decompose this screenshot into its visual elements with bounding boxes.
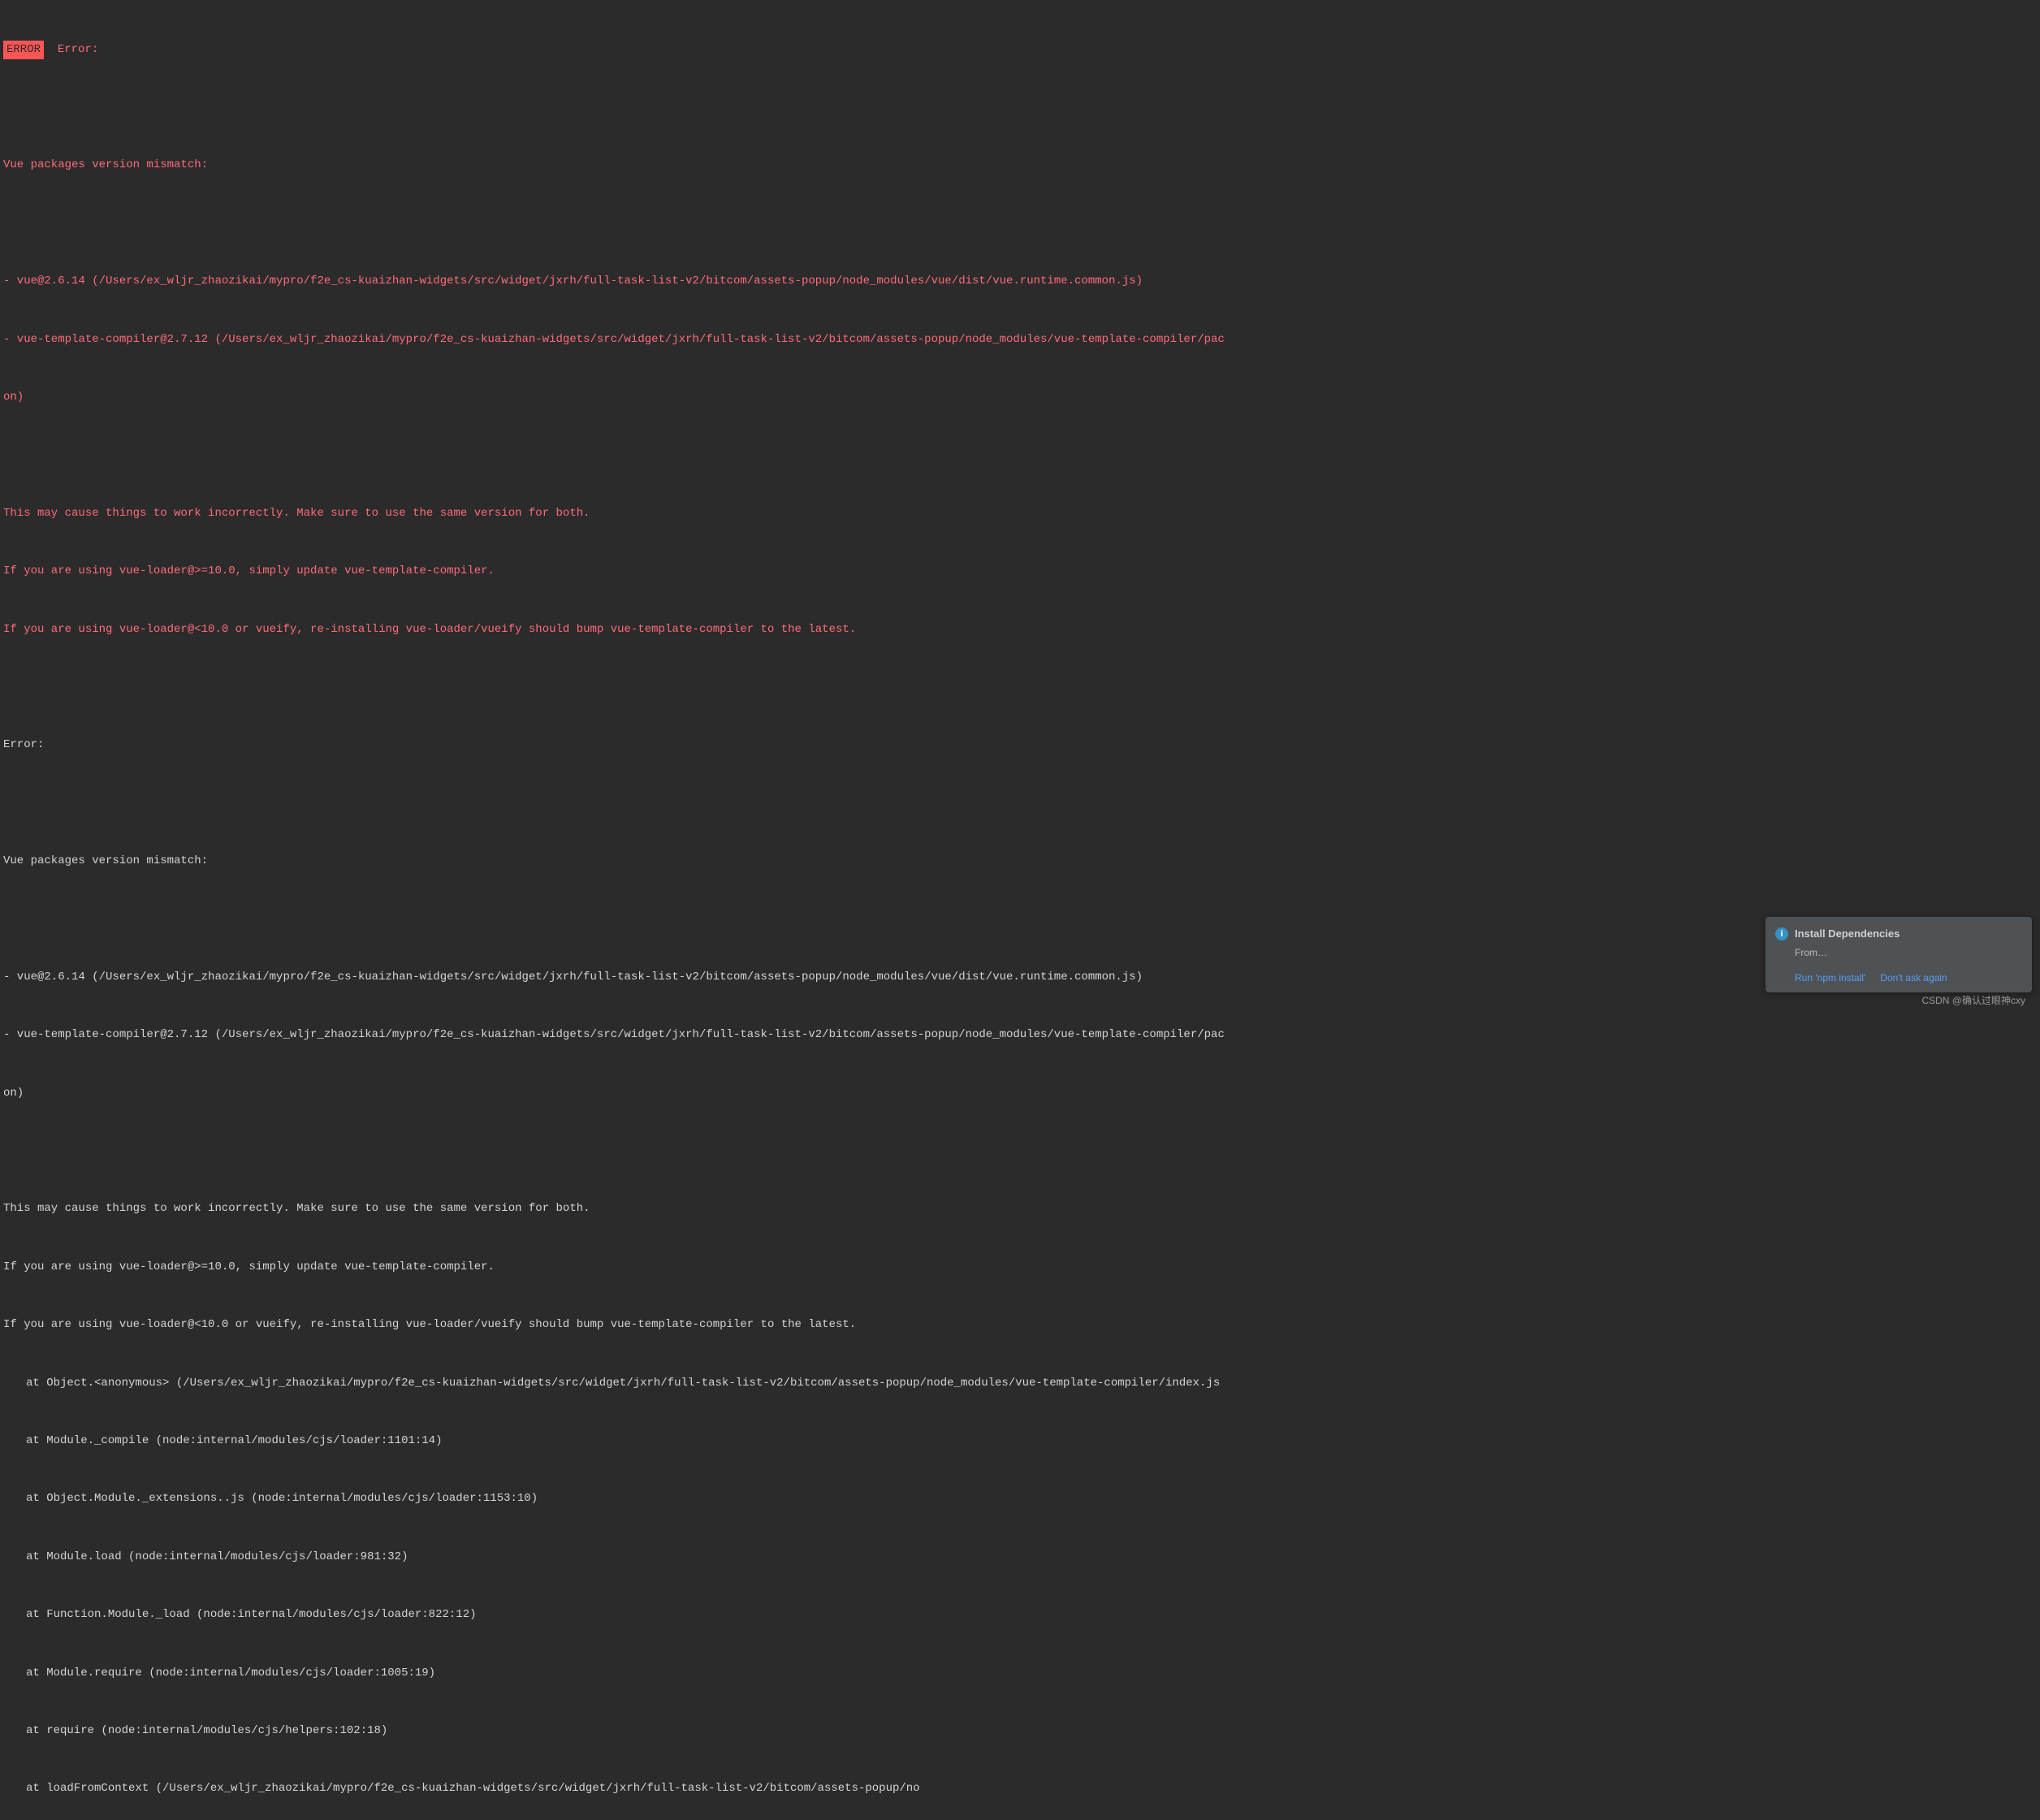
stack-line: at Object.<anonymous> (/Users/ex_wljr_zh… [3,1374,2040,1394]
hint-line-1a: This may cause things to work incorrectl… [3,504,2040,524]
stack-line: at Function.Module._load (node:internal/… [3,1606,2040,1625]
terminal-output: ERROR Error: Vue packages version mismat… [0,0,2040,1820]
error2-label: Error: [3,736,2040,755]
hint-line-1c: If you are using vue-loader@<10.0 or vue… [3,620,2040,640]
hint-line-1b: If you are using vue-loader@>=10.0, simp… [3,562,2040,581]
csdn-watermark: CSDN @确认过眼神cxy [1921,992,2025,1009]
info-icon: i [1775,927,1788,940]
hint-line-2a: This may cause things to work incorrectl… [3,1200,2040,1219]
compiler-version-line-2: - vue-template-compiler@2.7.12 (/Users/e… [3,1026,2040,1045]
dont-ask-again-link[interactable]: Don't ask again [1880,970,1947,986]
hint-line-2c: If you are using vue-loader@<10.0 or vue… [3,1316,2040,1335]
wrap-continuation-2: on) [3,1084,2040,1104]
stack-line: at require (node:internal/modules/cjs/he… [3,1722,2040,1741]
mismatch-title-1: Vue packages version mismatch: [3,156,2040,175]
error-prefix: Error: [44,43,106,56]
notification-subtitle: From… [1795,945,2022,961]
error-header-line: ERROR Error: [3,41,2040,60]
blank [3,1142,2040,1161]
mismatch-title-2: Vue packages version mismatch: [3,852,2040,871]
run-npm-install-link[interactable]: Run 'npm install' [1795,970,1865,986]
stack-line: at Object.Module._extensions..js (node:i… [3,1489,2040,1509]
stack-line: at loadFromContext (/Users/ex_wljr_zhaoz… [3,1779,2040,1799]
error-badge: ERROR [3,41,44,60]
stack-line: at Module.load (node:internal/modules/cj… [3,1548,2040,1567]
blank [3,446,2040,465]
blank [3,678,2040,698]
hint-line-2b: If you are using vue-loader@>=10.0, simp… [3,1258,2040,1277]
install-dependencies-notification: i Install Dependencies From… Run 'npm in… [1766,917,2032,992]
vue-version-line-1: - vue@2.6.14 (/Users/ex_wljr_zhaozikai/m… [3,272,2040,292]
blank [3,98,2040,118]
stack-line: at Module.require (node:internal/modules… [3,1664,2040,1684]
blank [3,910,2040,929]
compiler-version-line-1: - vue-template-compiler@2.7.12 (/Users/e… [3,331,2040,350]
notification-title: Install Dependencies [1795,925,1900,943]
blank [3,214,2040,234]
vue-version-line-2: - vue@2.6.14 (/Users/ex_wljr_zhaozikai/m… [3,968,2040,988]
notification-header: i Install Dependencies [1775,925,2022,943]
wrap-continuation-1: on) [3,388,2040,408]
notification-actions: Run 'npm install' Don't ask again [1795,970,2022,986]
blank [3,794,2040,814]
stack-line: at Module._compile (node:internal/module… [3,1432,2040,1451]
